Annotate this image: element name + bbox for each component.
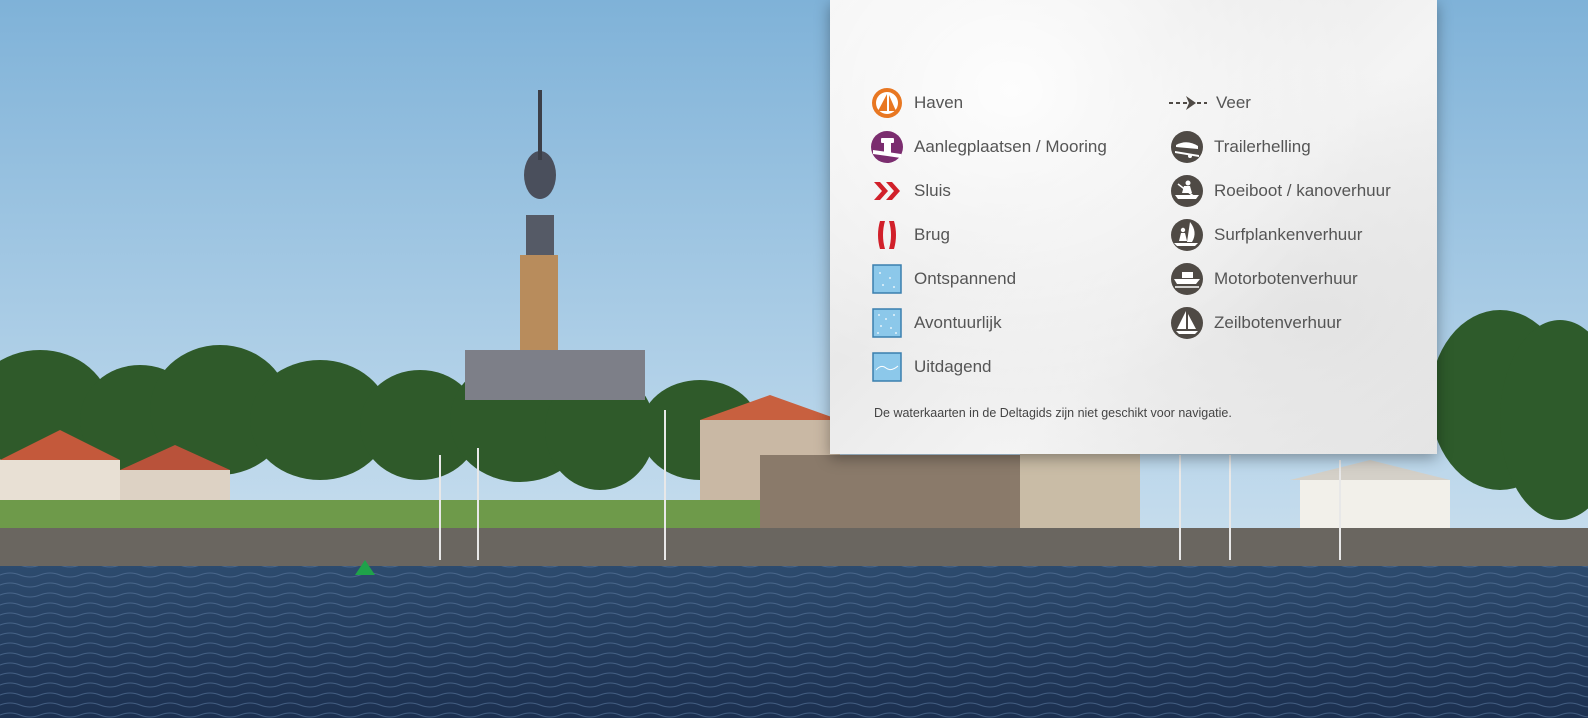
legend-item-sailboat-rental: Zeilbotenverhuur: [1170, 306, 1342, 340]
surfboard-rental-icon: [1170, 218, 1204, 252]
legend-label: Roeiboot / kanoverhuur: [1214, 181, 1391, 200]
navigation-disclaimer: De waterkaarten in de Deltagids zijn nie…: [874, 406, 1232, 420]
legend-item-relaxing: Ontspannend: [870, 262, 1016, 296]
legend-item-bridge: Brug: [870, 218, 950, 252]
legend-item-adventurous: Avontuurlijk: [870, 306, 1002, 340]
legend-label: Motorbotenverhuur: [1214, 269, 1358, 288]
sailboat-rental-icon: [1170, 306, 1204, 340]
adventurous-water-icon: [870, 306, 904, 340]
ferry-icon: [1168, 86, 1208, 120]
map-legend-panel: Haven Aanlegplaatsen / Mooring Sluis Bru…: [830, 0, 1437, 454]
legend-label: Uitdagend: [914, 357, 992, 376]
legend-item-ferry: Veer: [1168, 86, 1251, 120]
challenging-water-icon: [870, 350, 904, 384]
legend-item-motorboat-rental: Motorbotenverhuur: [1170, 262, 1358, 296]
legend-item-rowboat-canoe-rental: Roeiboot / kanoverhuur: [1170, 174, 1391, 208]
legend-label: Aanlegplaatsen / Mooring: [914, 137, 1107, 156]
legend-item-mooring: Aanlegplaatsen / Mooring: [870, 130, 1107, 164]
legend-label: Trailerhelling: [1214, 137, 1311, 156]
mooring-icon: [870, 130, 904, 164]
legend-item-lock: Sluis: [870, 174, 951, 208]
legend-item-surfboard-rental: Surfplankenverhuur: [1170, 218, 1362, 252]
legend-label: Veer: [1216, 93, 1251, 112]
rowboat-canoe-rental-icon: [1170, 174, 1204, 208]
legend-item-trailer-ramp: Trailerhelling: [1170, 130, 1311, 164]
lock-icon: [870, 174, 904, 208]
motorboat-rental-icon: [1170, 262, 1204, 296]
legend-item-challenging: Uitdagend: [870, 350, 992, 384]
legend-label: Sluis: [914, 181, 951, 200]
bridge-icon: [870, 218, 904, 252]
harbor-icon: [870, 86, 904, 120]
legend-label: Zeilbotenverhuur: [1214, 313, 1342, 332]
legend-label: Avontuurlijk: [914, 313, 1002, 332]
legend-label: Ontspannend: [914, 269, 1017, 288]
trailer-ramp-icon: [1170, 130, 1204, 164]
relaxing-water-icon: [870, 262, 904, 296]
legend-item-harbor: Haven: [870, 86, 963, 120]
legend-label: Haven: [914, 93, 964, 112]
legend-label: Surfplankenverhuur: [1214, 225, 1363, 244]
legend-label: Brug: [914, 225, 950, 244]
